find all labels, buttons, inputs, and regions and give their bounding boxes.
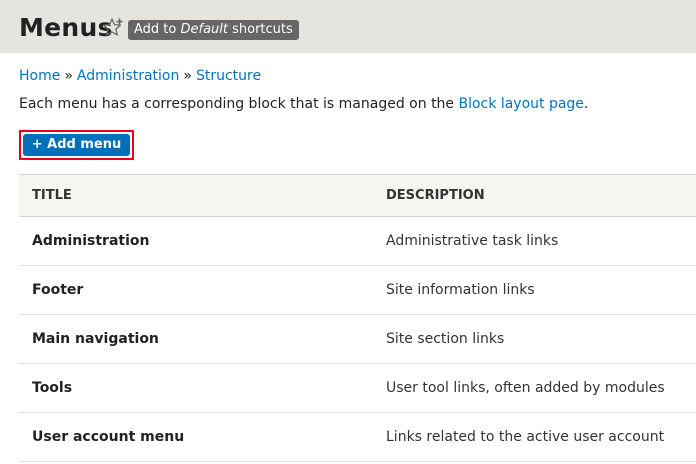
column-header-description: DESCRIPTION (386, 188, 485, 203)
shortcut-suffix: shortcuts (227, 22, 293, 37)
add-shortcut-link[interactable]: Add to Default shortcuts (128, 20, 299, 40)
star-plus-icon[interactable] (102, 17, 124, 39)
menu-title: Administration (32, 233, 150, 249)
breadcrumb-separator: » (64, 68, 73, 84)
column-header-title: TITLE (32, 188, 72, 203)
table-row: Footer Site information links (19, 266, 696, 315)
breadcrumb-home[interactable]: Home (19, 68, 60, 84)
help-text-end: . (583, 96, 589, 112)
shortcut-set-name: Default (180, 22, 228, 37)
table-row: Tools User tool links, often added by mo… (19, 364, 696, 413)
page-header: Menus Add to Default shortcuts (0, 0, 696, 53)
menu-title: Main navigation (32, 331, 159, 347)
table-row: Administration Administrative task links (19, 217, 696, 266)
menu-title: User account menu (32, 429, 185, 445)
help-text: Each menu has a corresponding block that… (19, 96, 588, 112)
menu-description: User tool links, often added by modules (386, 380, 665, 396)
shortcut-prefix: Add to (134, 22, 181, 37)
menu-title: Tools (32, 380, 73, 396)
menu-description: Links related to the active user account (386, 429, 665, 445)
menu-description: Administrative task links (386, 233, 559, 249)
menu-title: Footer (32, 282, 84, 298)
block-layout-link[interactable]: Block layout page (459, 96, 584, 112)
add-menu-button[interactable]: + Add menu (23, 134, 130, 156)
breadcrumb: Home» Administration» Structure (19, 68, 261, 84)
menu-description: Site section links (386, 331, 505, 347)
table-header: TITLE DESCRIPTION (19, 174, 696, 217)
help-text-body: Each menu has a corresponding block that… (19, 96, 459, 112)
table-row: User account menu Links related to the a… (19, 413, 696, 462)
table-row: Main navigation Site section links (19, 315, 696, 364)
breadcrumb-separator: » (183, 68, 192, 84)
breadcrumb-structure[interactable]: Structure (196, 68, 261, 84)
page-title: Menus (19, 13, 113, 42)
menus-table: TITLE DESCRIPTION Administration Adminis… (19, 174, 696, 462)
breadcrumb-administration[interactable]: Administration (77, 68, 179, 84)
menu-description: Site information links (386, 282, 535, 298)
